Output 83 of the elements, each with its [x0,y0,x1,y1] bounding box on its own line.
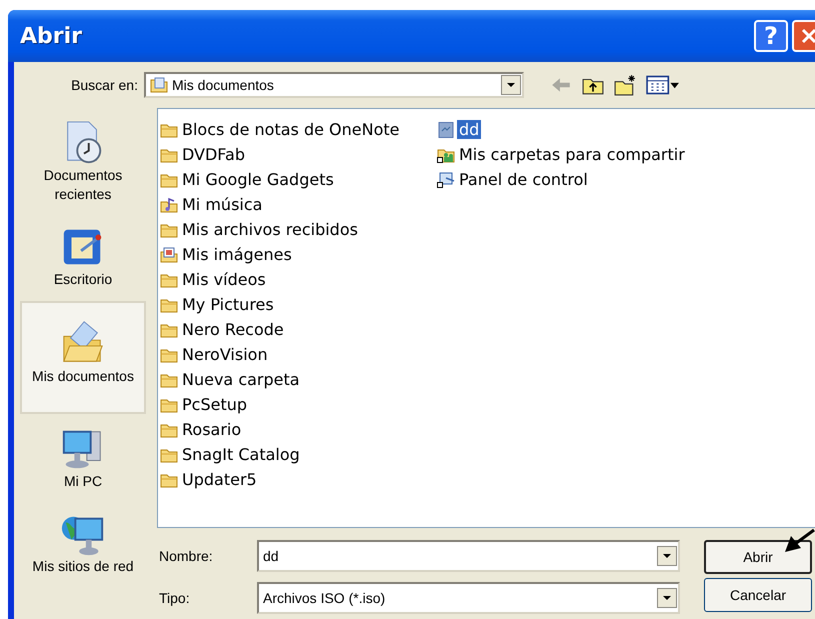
shared-folder-icon [437,146,455,162]
folder-icon [160,296,178,312]
look-in-label: Buscar en: [70,77,139,93]
file-item[interactable]: Rosario [160,417,437,442]
cancel-button[interactable]: Cancelar [704,578,812,612]
view-menu-icon[interactable] [646,74,680,96]
file-item[interactable]: Updater5 [160,467,437,492]
dropdown-button[interactable] [657,546,677,566]
caret-icon [507,83,515,87]
file-name: Blocs de notas de OneNote [181,120,400,139]
places-item[interactable]: Escritorio [20,216,146,297]
file-name: PcSetup [181,395,248,414]
file-name-value: dd [263,548,280,564]
file-name: Mi música [181,195,264,214]
file-item[interactable]: Mis carpetas para compartir [437,142,714,167]
file-item[interactable]: Mis archivos recibidos [160,217,437,242]
file-name: Mis carpetas para compartir [458,145,686,164]
file-item[interactable]: NeroVision [160,342,437,367]
file-name: My Pictures [181,295,275,314]
window-title: Abrir [20,24,82,48]
file-type-label: Tipo: [159,590,191,606]
folder-icon [160,146,178,162]
file-name: Panel de control [458,170,589,189]
file-item[interactable]: Mis imágenes [160,242,437,267]
folder-icon [160,396,178,412]
folder-icon [160,322,178,338]
file-item[interactable]: Mis vídeos [160,267,437,292]
dropdown-button[interactable] [501,75,521,95]
file-item[interactable]: Nueva carpeta [160,367,437,392]
file-type-value: Archivos ISO (*.iso) [263,590,386,606]
file-item[interactable]: Panel de control [437,167,714,192]
file-item[interactable]: PcSetup [160,392,437,417]
file-name: Mi Google Gadgets [181,170,335,189]
places-item[interactable]: Mi PC [20,418,146,499]
close-icon [799,26,815,46]
file-name: SnagIt Catalog [181,445,301,464]
file-name-label: Nombre: [159,548,214,564]
places-item[interactable]: Mis sitios de red [20,503,146,584]
file-name: Nero Recode [181,320,285,339]
new-folder-icon[interactable] [614,74,636,96]
file-item[interactable]: Mi música [160,192,437,217]
file-name: Mis archivos recibidos [181,220,359,239]
folder-icon [160,272,178,288]
file-item[interactable]: Nero Recode [160,317,437,342]
file-name-field[interactable]: dd [257,540,680,572]
caret-icon [663,554,671,558]
look-in-dropdown[interactable]: Mis documentos [144,72,524,98]
open-button[interactable]: Abrir [704,540,812,574]
control-panel-icon [437,172,455,188]
folder-icon [160,372,178,388]
folder-icon [160,222,178,238]
help-button[interactable]: ? [754,20,788,52]
pictures-folder-icon [160,246,178,262]
file-item[interactable]: dd [437,117,714,142]
folder-icon [160,346,178,362]
file-item[interactable]: DVDFab [160,142,437,167]
caret-icon [663,596,671,600]
file-name: Mis imágenes [181,245,293,264]
places-item[interactable]: Mis documentos [20,301,146,414]
documents-folder-icon [150,77,168,93]
file-name: Nueva carpeta [181,370,301,389]
file-name: Rosario [181,420,242,439]
file-type-dropdown[interactable]: Archivos ISO (*.iso) [257,582,680,614]
file-item[interactable]: Blocs de notas de OneNote [160,117,437,142]
file-icon [437,122,455,138]
file-name: NeroVision [181,345,269,364]
file-name: Updater5 [181,470,258,489]
file-item[interactable]: SnagIt Catalog [160,442,437,467]
annotation-arrow [783,528,815,554]
places-item[interactable]: Documentos recientes [20,112,146,212]
music-folder-icon [160,196,178,212]
file-item[interactable]: Mi Google Gadgets [160,167,437,192]
folder-icon [160,446,178,462]
dropdown-button[interactable] [657,588,677,608]
folder-icon [160,172,178,188]
file-name: DVDFab [181,145,246,164]
file-name: dd [457,120,482,139]
folder-icon [160,122,178,138]
folder-icon [160,472,178,488]
look-in-value: Mis documentos [172,77,275,93]
folder-icon [160,422,178,438]
file-name: Mis vídeos [181,270,267,289]
file-item[interactable]: My Pictures [160,292,437,317]
